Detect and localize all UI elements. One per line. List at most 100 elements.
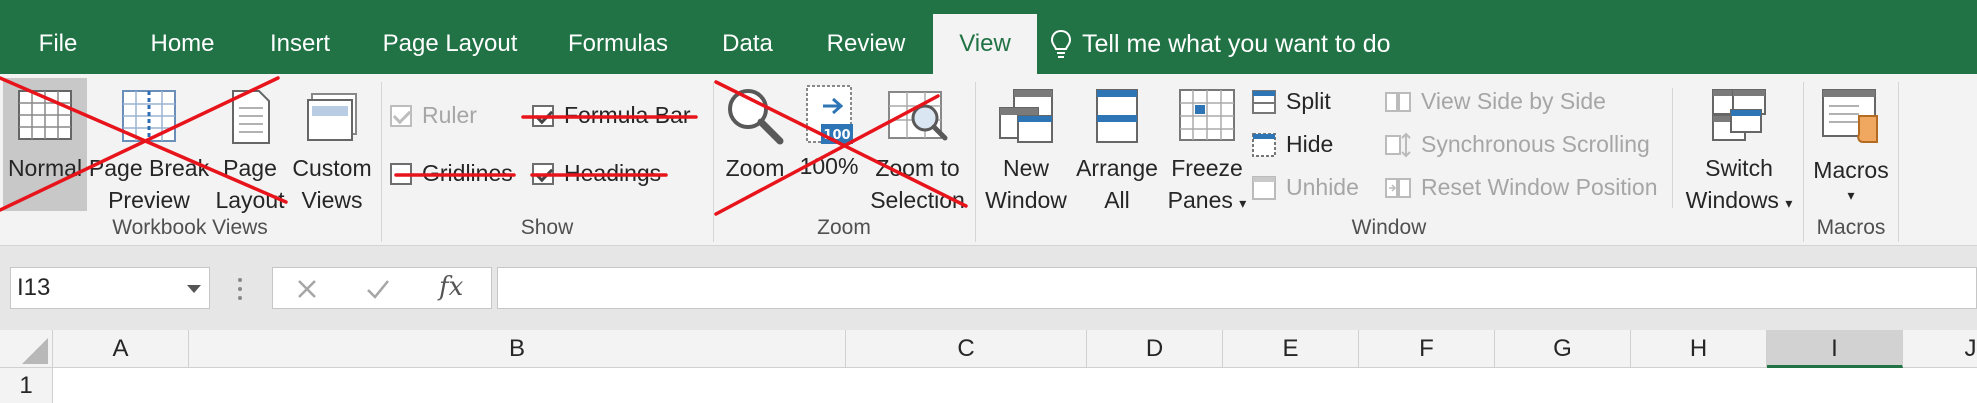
column-header-a[interactable]: A [53, 330, 189, 368]
switch-windows-label-2: Windows ▾ [1685, 187, 1793, 213]
switch-windows-label-1: Switch [1705, 155, 1773, 181]
tab-view[interactable]: View [933, 14, 1037, 74]
freeze-panes-icon [1179, 89, 1235, 141]
page-layout-label-1: Page [223, 155, 277, 181]
sync-scroll-label: Synchronous Scrolling [1421, 131, 1650, 157]
tab-review[interactable]: Review [815, 14, 917, 74]
macros-dropdown-icon: ▾ [1847, 187, 1855, 203]
column-header-d[interactable]: D [1087, 330, 1223, 368]
view-side-by-side-button[interactable]: View Side by Side [1385, 88, 1606, 115]
formula-buttons: fx [272, 267, 492, 309]
page-layout-view-button[interactable]: Page Layout [212, 78, 288, 216]
insert-function-button[interactable]: fx [439, 272, 463, 302]
select-all-corner[interactable] [0, 330, 53, 368]
formula-input[interactable] [497, 267, 1977, 309]
zoom-label: Zoom [725, 155, 785, 181]
zoom-group-label: Zoom [817, 216, 871, 239]
freeze-panes-button[interactable]: Freeze Panes ▾ [1162, 78, 1252, 219]
reset-window-position-button[interactable]: Reset Window Position [1385, 174, 1658, 201]
switch-windows-icon [1712, 89, 1766, 141]
zoom-100-button[interactable]: 100 100% [793, 78, 865, 182]
custom-views-label-2: Views [301, 187, 363, 213]
column-header-f[interactable]: F [1359, 330, 1495, 368]
name-box-value: I13 [17, 274, 51, 301]
new-window-button[interactable]: New Window [982, 78, 1070, 216]
gridlines-check-icon [390, 162, 412, 185]
new-window-label-2: Window [985, 187, 1067, 213]
name-box-dropdown-icon[interactable] [187, 285, 201, 293]
column-header-e[interactable]: E [1223, 330, 1359, 368]
tab-page-layout[interactable]: Page Layout [370, 14, 530, 74]
custom-views-button[interactable]: Custom Views [288, 78, 376, 216]
formula-bar-grip-icon[interactable] [236, 276, 244, 307]
normal-view-label: Normal [7, 155, 83, 181]
custom-views-label-1: Custom [292, 155, 372, 181]
show-group-label: Show [520, 216, 574, 239]
tab-formulas[interactable]: Formulas [553, 14, 683, 74]
split-label: Split [1286, 88, 1331, 114]
column-header-c[interactable]: C [846, 330, 1087, 368]
headings-check-icon [532, 162, 554, 185]
page-break-label-1: Page Break [88, 155, 210, 181]
zoom-100-label: 100% [799, 153, 859, 179]
side-by-side-icon [1385, 91, 1411, 112]
zoom-to-selection-icon [887, 91, 947, 141]
gridlines-label: Gridlines [422, 160, 513, 186]
column-headers: A B C D E F G H I J [0, 330, 1977, 368]
reset-position-icon [1385, 177, 1411, 198]
column-header-g[interactable]: G [1495, 330, 1631, 368]
zoom-selection-label-1: Zoom to [875, 155, 960, 181]
tab-file[interactable]: File [18, 14, 98, 74]
page-break-preview-button[interactable]: Page Break Preview [88, 78, 210, 216]
column-header-h[interactable]: H [1631, 330, 1767, 368]
hide-button[interactable]: Hide [1252, 131, 1333, 158]
column-header-i[interactable]: I [1767, 330, 1903, 368]
unhide-button[interactable]: Unhide [1252, 174, 1359, 201]
reset-position-label: Reset Window Position [1421, 174, 1658, 200]
macros-icon [1822, 89, 1878, 143]
tell-me-box[interactable]: Tell me what you want to do [1050, 14, 1391, 74]
macros-label: Macros [1813, 157, 1889, 183]
ruler-checkbox[interactable]: Ruler [390, 102, 477, 129]
sync-scroll-icon [1385, 132, 1411, 157]
side-by-side-label: View Side by Side [1421, 88, 1606, 114]
normal-view-button[interactable]: Normal [3, 78, 87, 211]
ribbon-tab-bar: File Home Insert Page Layout Formulas Da… [0, 0, 1977, 74]
zoom-100-icon: 100 [806, 85, 853, 144]
sheet-grid: 1 [0, 368, 1977, 403]
tab-data[interactable]: Data [705, 14, 790, 74]
zoom-button[interactable]: Zoom [718, 78, 792, 184]
arrange-all-label-1: Arrange [1076, 155, 1158, 181]
freeze-panes-text: Panes [1167, 187, 1233, 213]
new-window-label-1: New [1002, 155, 1049, 181]
zoom-to-selection-button[interactable]: Zoom to Selection [865, 78, 970, 216]
tab-home[interactable]: Home [130, 14, 235, 74]
freeze-panes-label-2: Panes ▾ [1167, 187, 1247, 213]
arrange-all-button[interactable]: Arrange All [1072, 78, 1162, 216]
formula-bar-label: Formula Bar [564, 102, 691, 128]
column-header-j[interactable]: J [1903, 330, 1977, 368]
window-inner-divider [1672, 88, 1673, 208]
switch-windows-button[interactable]: Switch Windows ▾ [1678, 78, 1800, 219]
synchronous-scrolling-button[interactable]: Synchronous Scrolling [1385, 131, 1650, 158]
formula-bar-check-icon [532, 104, 554, 127]
page-break-label-2: Preview [108, 187, 190, 213]
split-button[interactable]: Split [1252, 88, 1331, 115]
headings-checkbox[interactable]: Headings [532, 160, 661, 187]
column-header-b[interactable]: B [189, 330, 846, 368]
macros-button[interactable]: Macros ▾ [1806, 78, 1896, 204]
new-window-icon [999, 89, 1053, 143]
row-header-1[interactable]: 1 [0, 368, 53, 403]
gridlines-checkbox[interactable]: Gridlines [390, 160, 513, 187]
arrange-all-label-2: All [1104, 187, 1130, 213]
lightbulb-icon [1050, 29, 1072, 58]
macros-group-label: Macros [1816, 216, 1886, 239]
normal-view-icon [18, 90, 72, 140]
tab-insert[interactable]: Insert [255, 14, 345, 74]
cancel-icon[interactable] [295, 277, 319, 301]
switch-windows-text: Windows [1685, 187, 1779, 213]
formula-bar-checkbox[interactable]: Formula Bar [532, 102, 691, 129]
enter-check-icon[interactable] [365, 277, 391, 301]
name-box[interactable]: I13 [10, 267, 210, 309]
workbook-views-group-label: Workbook Views [112, 216, 268, 239]
